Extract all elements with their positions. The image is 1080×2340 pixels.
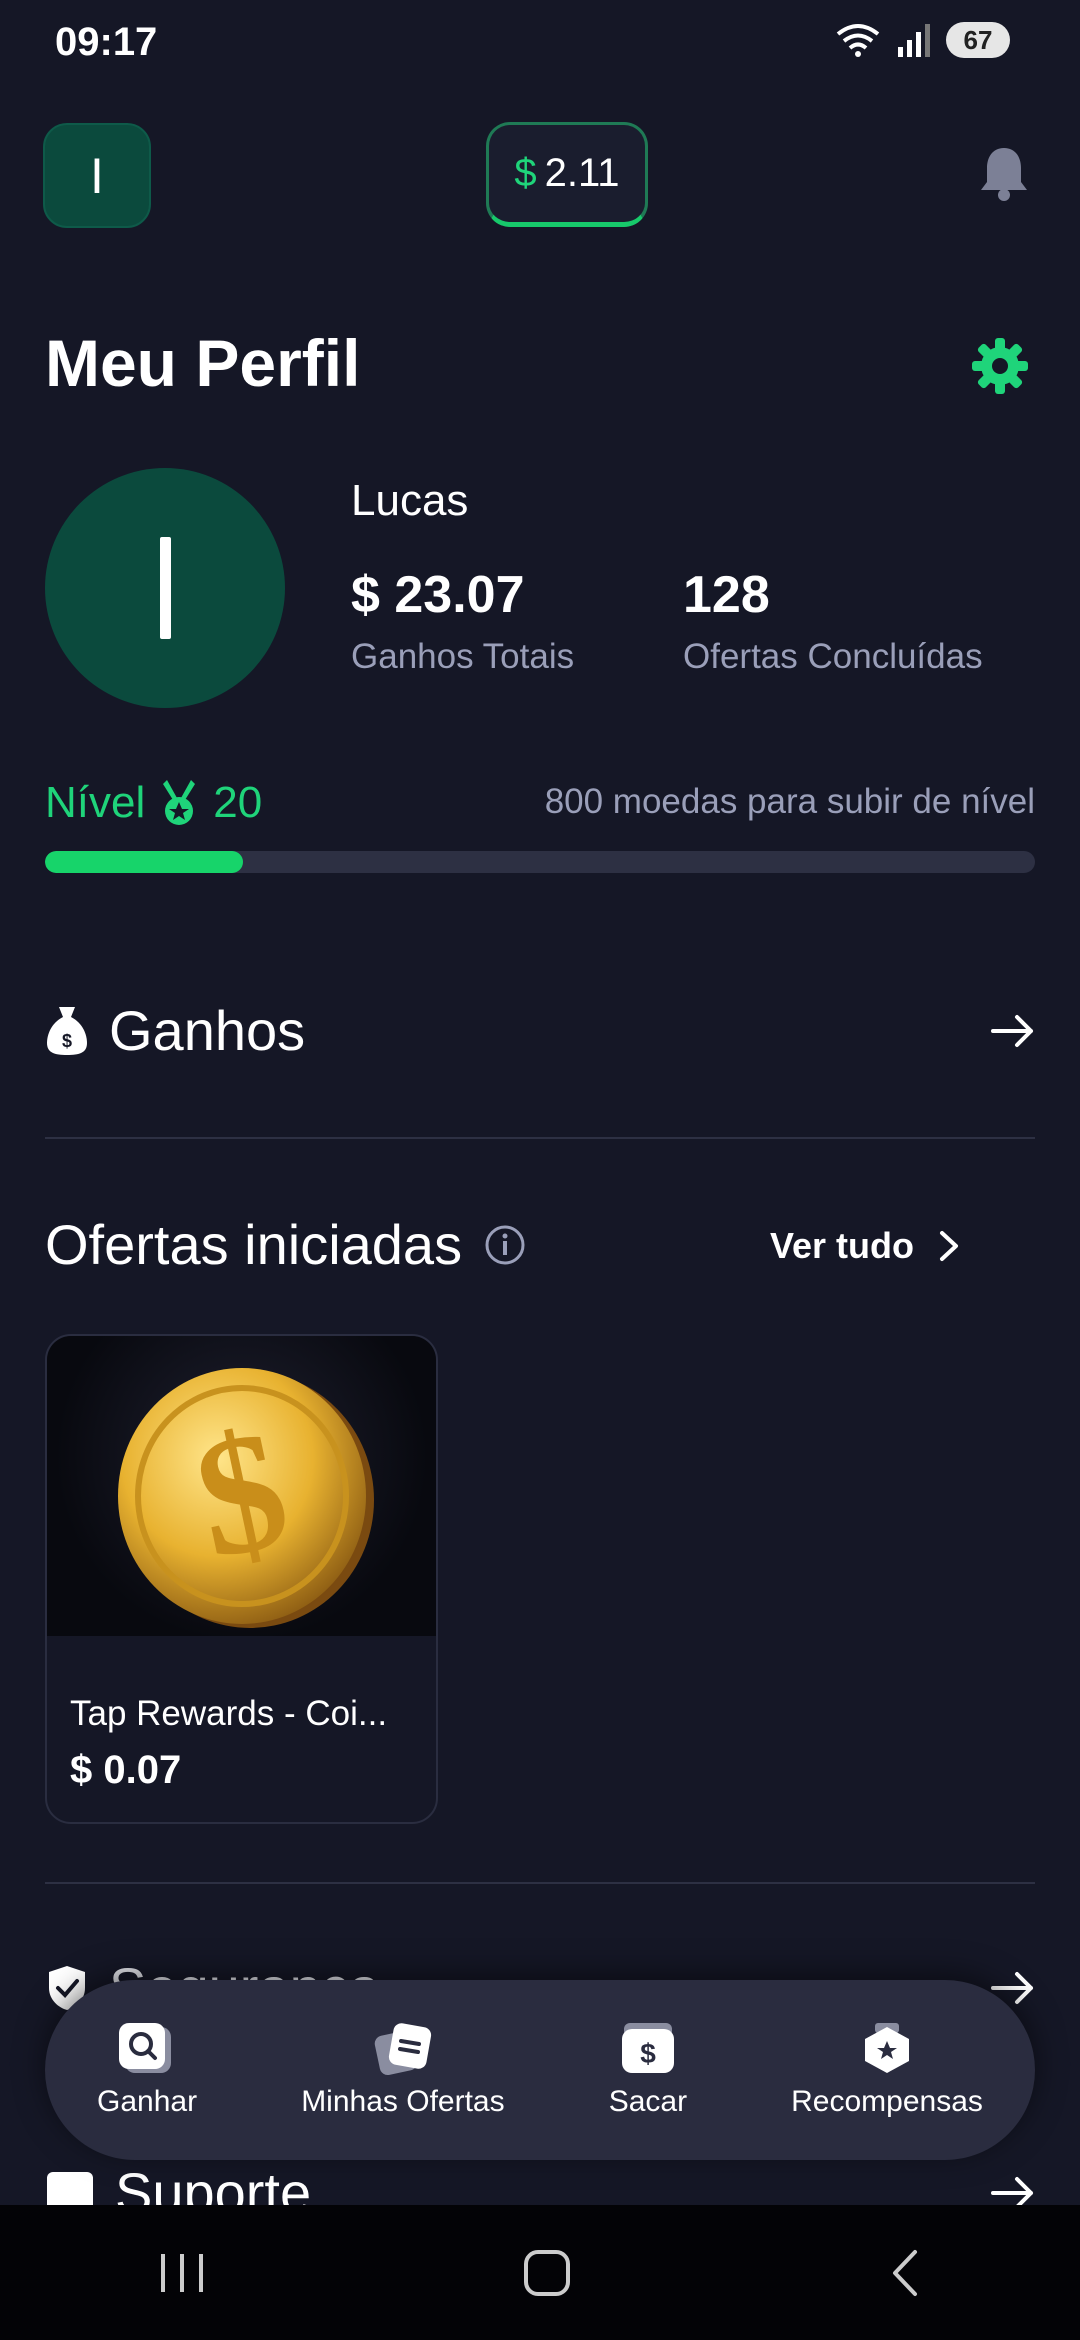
balance-currency: $ [514,151,537,195]
arrow-right-icon [991,1014,1033,1047]
rewards-icon [865,2023,910,2073]
status-time: 09:17 [55,20,158,64]
battery-indicator: 67 [946,22,1010,58]
offers-icon [374,2023,431,2076]
nav-label: Ganhar [97,2085,198,2118]
earnings-section-row[interactable]: $ Ganhos [45,998,1035,1063]
level-value: 20 [213,778,263,827]
see-all-link[interactable]: Ver tudo [770,1225,960,1267]
page-title: Meu Perfil [45,326,361,400]
medal-icon [163,780,196,825]
started-offers-title: Ofertas iniciadas [45,1213,463,1276]
status-icons: 67 [834,22,1010,58]
search-icon [119,2023,172,2073]
level-indicator: Nível 20 [45,778,262,828]
nav-label: Recompensas [791,2085,983,2118]
settings-gear-icon[interactable] [970,336,1030,396]
svg-text:$: $ [62,1031,72,1051]
nav-ganhar[interactable]: Ganhar [97,2021,197,2119]
offers-completed-label: Ofertas Concluídas [683,637,983,676]
level-progress-bar [45,851,1035,873]
offers-completed-value: 128 [683,566,770,624]
nav-minhas-ofertas[interactable]: Minhas Ofertas [301,2021,505,2119]
level-progress-info: 800 moedas para subir de nível [544,782,1035,821]
offer-name: Tap Rewards - Coi... [70,1694,388,1733]
profile-avatar-button[interactable]: I [43,123,151,228]
gold-coin-icon: $ [118,1368,374,1628]
level-label: Nível [45,778,146,827]
wifi-icon [836,24,880,57]
info-icon[interactable] [484,1224,526,1266]
notification-bell-icon[interactable] [978,144,1030,202]
bottom-navigation: Ganhar Minhas Ofertas $ Sacar Recompensa… [45,1980,1035,2160]
user-name: Lucas [351,476,469,525]
offer-card[interactable]: $ Tap Rewards - Coi... $ 0.07 [45,1334,438,1824]
level-progress-fill [45,851,243,873]
total-earnings-label: Ganhos Totais [351,637,575,676]
avatar-initial-glyph [159,537,171,639]
balance-pill[interactable]: $ 2.11 [486,122,648,227]
see-all-label: Ver tudo [770,1225,915,1266]
divider [45,1137,1035,1139]
nav-recompensas[interactable]: Recompensas [791,2021,983,2119]
offer-price: $ 0.07 [70,1748,182,1792]
started-offers-header: Ofertas iniciadas [45,1212,526,1277]
offer-image: $ [47,1336,436,1636]
back-icon[interactable] [887,2248,923,2298]
recent-apps-icon[interactable] [157,2250,207,2296]
divider [45,1882,1035,1884]
earnings-title: Ganhos [109,999,306,1062]
wallet-icon: $ [621,2023,674,2073]
nav-sacar[interactable]: $ Sacar [609,2021,687,2119]
svg-text:$: $ [640,2038,656,2069]
home-icon[interactable] [522,2248,572,2298]
money-bag-icon: $ [47,1006,87,1055]
signal-icon [898,24,930,57]
profile-avatar [45,468,285,708]
total-earnings-value: $ 23.07 [351,566,525,624]
chevron-right-icon [940,1231,959,1261]
nav-label: Sacar [608,2085,688,2118]
system-navigation-bar [0,2205,1080,2340]
balance-value: 2.11 [544,151,620,195]
nav-label: Minhas Ofertas [301,2085,505,2118]
